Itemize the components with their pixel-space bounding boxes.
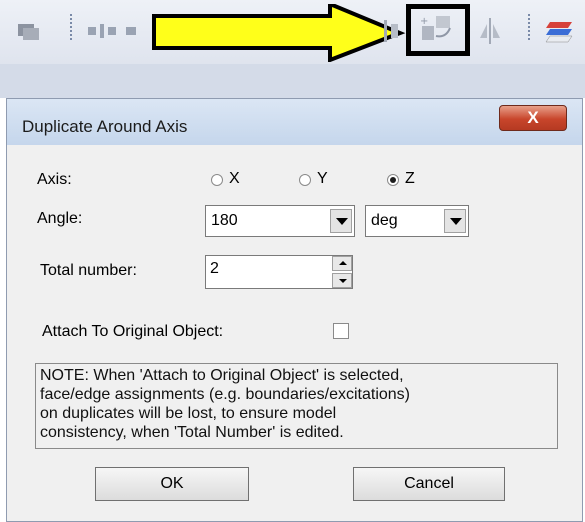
mirror-icon[interactable] [478, 18, 504, 44]
grip-icon [70, 14, 72, 40]
total-number-spinner[interactable]: 2 [205, 255, 353, 289]
chevron-down-icon[interactable] [330, 209, 352, 233]
move-icon[interactable] [382, 18, 400, 44]
dialog-title: Duplicate Around Axis [22, 117, 188, 136]
spin-up-icon[interactable] [332, 256, 352, 271]
axis-radio-y[interactable] [299, 174, 311, 186]
attach-label: Attach To Original Object: [42, 323, 224, 340]
duplicate-around-axis-dialog: Duplicate Around Axis X Axis: X Y Z Angl… [6, 98, 583, 522]
note-line: on duplicates will be lost, to ensure mo… [40, 405, 337, 422]
spinner-buttons [332, 256, 352, 288]
axis-radio-x[interactable] [211, 174, 223, 186]
note-line: face/edge assignments (e.g. boundaries/e… [40, 386, 410, 403]
dialog-title-bar[interactable]: Duplicate Around Axis X [7, 99, 582, 145]
grey-square-icon[interactable] [18, 24, 40, 40]
note-box: NOTE: When 'Attach to Original Object' i… [35, 363, 558, 449]
axis-radio-z[interactable] [387, 174, 399, 186]
cancel-button[interactable]: Cancel [353, 467, 505, 501]
grip-icon [528, 14, 530, 40]
svg-text:+: + [420, 16, 428, 27]
yellow-arrow-annotation [152, 4, 406, 62]
axis-radio-x-label[interactable]: X [229, 170, 240, 188]
angle-combobox[interactable]: 180 [205, 205, 355, 237]
axis-radio-y-label[interactable]: Y [317, 170, 328, 188]
dialog-body: Axis: X Y Z Angle: 180 deg Total number:… [15, 145, 568, 515]
total-number-label: Total number: [40, 262, 137, 279]
axis-radio-z-label[interactable]: Z [405, 170, 415, 188]
angle-value: 180 [211, 212, 238, 229]
chevron-down-icon[interactable] [444, 209, 466, 233]
note-line: consistency, when 'Total Number' is edit… [40, 424, 344, 441]
toolbar-lower-band [0, 64, 585, 98]
spin-down-icon[interactable] [332, 273, 352, 288]
angle-unit-value: deg [371, 212, 398, 229]
close-icon: X [527, 108, 539, 127]
radio-selected-dot [390, 177, 396, 183]
ok-button[interactable]: OK [95, 467, 249, 501]
attach-checkbox[interactable] [333, 323, 349, 339]
layers-icon[interactable] [544, 20, 576, 44]
total-number-value: 2 [210, 260, 219, 277]
align-icon[interactable] [88, 24, 142, 38]
note-line: NOTE: When 'Attach to Original Object' i… [40, 367, 404, 384]
toolbar: + [0, 0, 585, 65]
axis-label: Axis: [37, 171, 72, 188]
angle-label: Angle: [37, 210, 83, 227]
duplicate-around-axis-icon[interactable]: + [420, 14, 456, 46]
angle-unit-combobox[interactable]: deg [365, 205, 469, 237]
close-button[interactable]: X [499, 105, 567, 131]
